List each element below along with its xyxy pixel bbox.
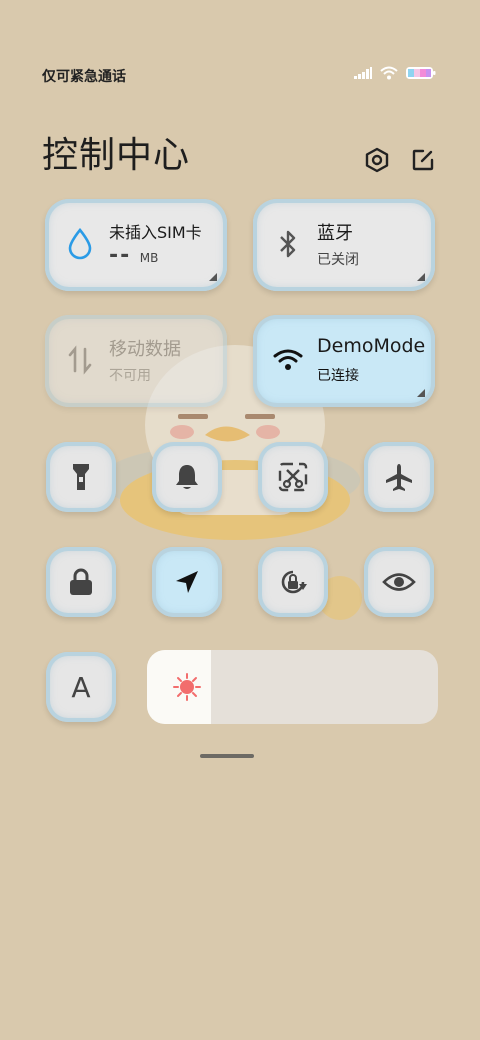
bluetooth-icon bbox=[273, 227, 303, 261]
page-title: 控制中心 bbox=[42, 135, 191, 176]
data-usage-tile[interactable]: 未插入SIM卡 -- MB bbox=[45, 199, 227, 291]
auto-brightness-label: A bbox=[71, 670, 91, 704]
edit-button[interactable] bbox=[408, 145, 438, 175]
reading-mode-toggle[interactable] bbox=[364, 547, 434, 617]
signal-icon bbox=[354, 67, 372, 79]
expand-corner bbox=[417, 389, 425, 397]
carrier-status: 仅可紧急通话 bbox=[42, 69, 126, 85]
settings-icon bbox=[365, 147, 389, 173]
location-arrow-icon bbox=[176, 571, 198, 593]
expand-corner bbox=[209, 273, 217, 281]
wifi-icon bbox=[380, 66, 398, 80]
edit-icon bbox=[412, 149, 434, 171]
bluetooth-label: 蓝牙 bbox=[317, 223, 353, 244]
sim-status-label: 未插入SIM卡 bbox=[109, 223, 202, 242]
location-toggle[interactable] bbox=[152, 547, 222, 617]
mobile-data-label: 移动数据 bbox=[109, 339, 181, 360]
wifi-tile[interactable]: DemoMode 已连接 bbox=[253, 315, 435, 407]
bluetooth-tile[interactable]: 蓝牙 已关闭 bbox=[253, 199, 435, 291]
mobile-data-status: 不可用 bbox=[109, 368, 151, 384]
water-drop-icon bbox=[65, 227, 95, 261]
mute-toggle[interactable] bbox=[152, 442, 222, 512]
flashlight-icon bbox=[73, 464, 89, 490]
expand-corner bbox=[417, 273, 425, 281]
lock-screen-toggle[interactable] bbox=[46, 547, 116, 617]
wifi-status: 已连接 bbox=[317, 368, 359, 384]
scissors-icon bbox=[278, 462, 308, 492]
bluetooth-status: 已关闭 bbox=[317, 252, 359, 268]
sun-icon bbox=[173, 673, 201, 701]
battery-icon bbox=[406, 67, 436, 79]
data-usage-value: -- bbox=[109, 243, 132, 268]
airplane-icon bbox=[386, 464, 412, 491]
flashlight-toggle[interactable] bbox=[46, 442, 116, 512]
lock-icon bbox=[70, 568, 92, 595]
data-usage-readout: -- MB bbox=[109, 243, 158, 268]
rotation-lock-toggle[interactable] bbox=[258, 547, 328, 617]
auto-brightness-button[interactable]: A bbox=[46, 652, 116, 722]
airplane-toggle[interactable] bbox=[364, 442, 434, 512]
settings-button[interactable] bbox=[362, 145, 392, 175]
close-handle[interactable] bbox=[200, 754, 254, 758]
data-usage-unit: MB bbox=[139, 251, 159, 265]
wifi-network-name: DemoMode bbox=[317, 335, 426, 357]
mobile-data-tile[interactable]: 移动数据 不可用 bbox=[45, 315, 227, 407]
data-arrows-icon bbox=[65, 343, 95, 377]
status-icons bbox=[354, 66, 436, 80]
wifi-icon bbox=[273, 343, 303, 377]
eye-icon bbox=[382, 573, 416, 591]
rotation-lock-icon bbox=[281, 570, 307, 594]
brightness-slider[interactable] bbox=[147, 650, 438, 724]
bell-icon bbox=[176, 465, 198, 489]
screenshot-toggle[interactable] bbox=[258, 442, 328, 512]
